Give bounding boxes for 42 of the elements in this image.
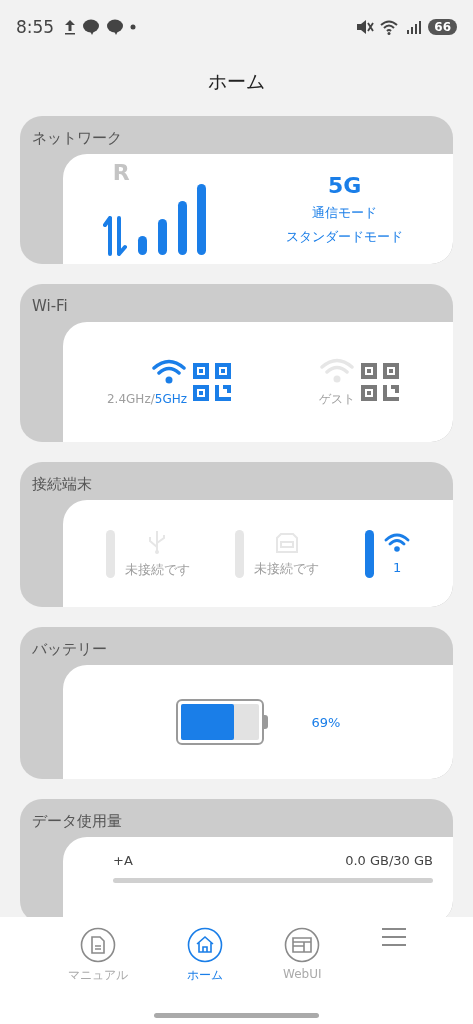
dot-icon	[130, 24, 137, 30]
band-label: /	[150, 392, 155, 406]
guest-label: ゲスト	[319, 390, 355, 408]
page-title: ホーム	[207, 69, 266, 94]
chat-icon	[82, 19, 101, 35]
qr-code-icon[interactable]	[193, 363, 231, 401]
card-title: Wi-Fi	[31, 296, 69, 317]
band-label: 5GHz	[154, 392, 187, 406]
mode-value: スタンダードモード	[286, 227, 404, 246]
card-title: バッテリー	[31, 639, 108, 660]
wifi-icon	[384, 532, 411, 554]
nav-tab[interactable]: マニュアル	[65, 925, 130, 986]
card-title: 接続端末	[31, 474, 93, 495]
mode-label: 通信モード	[312, 203, 378, 222]
transfer-arrows-icon	[102, 216, 127, 256]
battery-indicator: 66	[428, 19, 457, 35]
upload-icon	[64, 19, 77, 35]
qr-code-icon[interactable]	[361, 363, 399, 401]
usage-value: 0.0 GB/30 GB	[345, 853, 433, 868]
nav-tab[interactable]: ホーム	[185, 925, 226, 986]
band-label: 2.4GHz	[107, 392, 151, 406]
wifi-icon	[151, 358, 187, 386]
device-status: 未接続です	[254, 559, 320, 578]
usage-label: +A	[113, 853, 133, 868]
device-status: 1	[393, 560, 402, 575]
browser-window-icon	[284, 927, 321, 963]
menu-icon	[381, 927, 408, 947]
document-icon	[79, 927, 116, 963]
device-status: 未接続です	[124, 560, 190, 579]
signal-bars-icon	[136, 184, 207, 256]
wifi-icon	[319, 356, 355, 385]
signal-icon	[406, 19, 423, 35]
home-icon	[187, 927, 224, 963]
chat-icon	[106, 19, 125, 35]
status-time: 8:55	[16, 17, 55, 37]
nav-tab[interactable]: WebUI	[281, 925, 324, 983]
card-title: ネットワーク	[31, 128, 123, 149]
mute-icon	[356, 19, 375, 35]
roaming-indicator: R	[112, 162, 130, 184]
card-title: データ使用量	[31, 811, 123, 832]
battery-percentage: 69%	[311, 714, 341, 730]
network-type: 5G	[328, 172, 362, 198]
